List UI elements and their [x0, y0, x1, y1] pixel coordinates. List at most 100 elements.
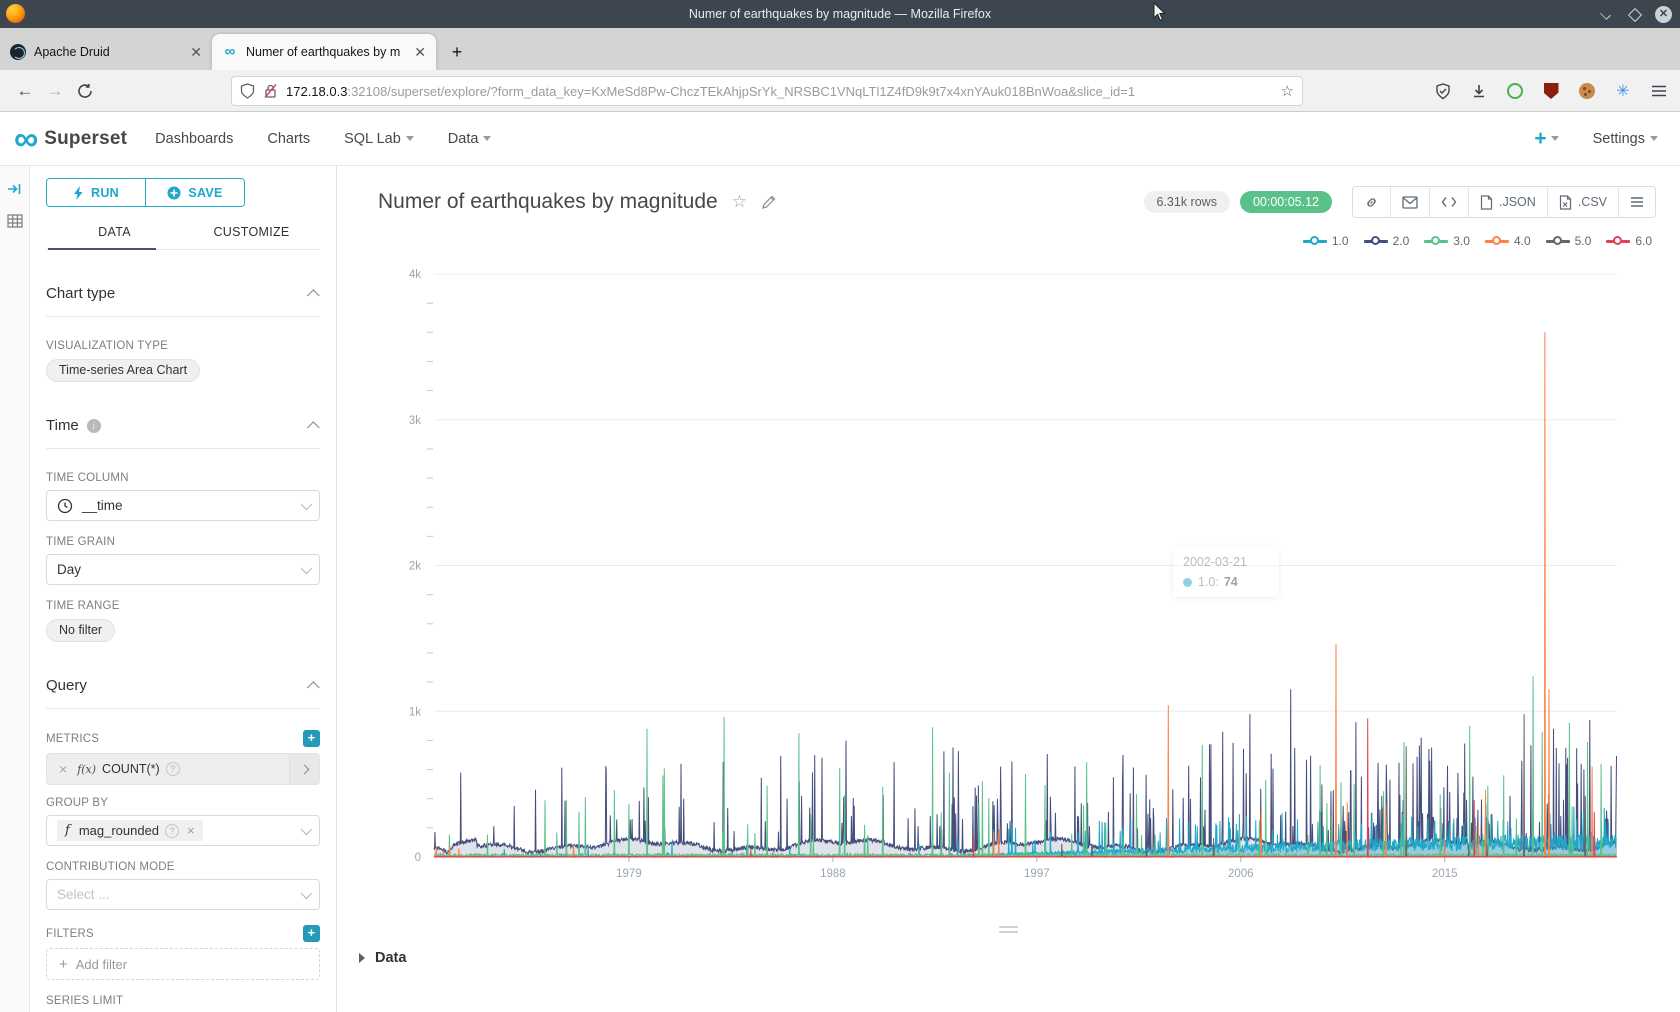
groupby-label: GROUP BY — [46, 797, 320, 809]
time-range-label: TIME RANGE — [46, 600, 320, 612]
nav-charts[interactable]: Charts — [267, 131, 310, 147]
nav-data[interactable]: Data — [448, 131, 492, 147]
plus-icon: + — [59, 956, 68, 973]
chevron-up-icon — [307, 421, 320, 434]
expand-datasource-icon[interactable] — [6, 180, 24, 198]
groupby-select[interactable]: f mag_rounded ? × — [46, 815, 320, 846]
time-column-value: __time — [82, 498, 123, 513]
dataset-grid-icon[interactable] — [6, 212, 24, 230]
nav-sql-lab[interactable]: SQL Lab — [344, 131, 414, 147]
nav-data-label: Data — [448, 131, 479, 147]
chevron-down-icon — [483, 136, 491, 141]
add-new-button[interactable]: + — [1534, 127, 1558, 151]
tab-customize[interactable]: CUSTOMIZE — [183, 217, 320, 249]
legend-label: 3.0 — [1453, 234, 1470, 248]
contribution-select[interactable]: Select ... — [46, 879, 320, 910]
legend-item[interactable]: 3.0 — [1424, 234, 1470, 248]
export-csv-button[interactable]: .CSV — [1548, 187, 1619, 217]
email-button[interactable] — [1391, 187, 1430, 217]
chevron-down-icon — [301, 887, 312, 898]
add-metric-button[interactable]: + — [303, 730, 320, 747]
timeseries-area-chart[interactable]: 01k2k3k4k19791988199720062015 — [337, 166, 1680, 1012]
legend-label: 5.0 — [1575, 234, 1592, 248]
menu-hamburger-icon[interactable] — [1650, 82, 1668, 100]
shield-icon[interactable] — [240, 83, 255, 99]
legend-label: 1.0 — [1332, 234, 1349, 248]
settings-label: Settings — [1593, 131, 1645, 147]
tab-label: Numer of earthquakes by m — [246, 45, 408, 59]
groupby-pill[interactable]: f mag_rounded ? × — [57, 820, 203, 841]
superset-logo[interactable]: ∞ Superset — [14, 124, 127, 154]
time-grain-select[interactable]: Day — [46, 554, 320, 585]
legend-marker-icon — [1546, 236, 1570, 246]
chart-menu-button[interactable] — [1619, 187, 1655, 217]
forward-button[interactable]: → — [40, 81, 70, 101]
cookie-extension-icon[interactable] — [1578, 82, 1596, 100]
bookmark-star-icon[interactable]: ☆ — [1281, 82, 1294, 100]
window-minimize-icon[interactable] — [1599, 7, 1613, 21]
superset-brand-text: Superset — [44, 128, 127, 150]
data-section-toggle[interactable]: Data — [359, 950, 406, 966]
nav-dashboards[interactable]: Dashboards — [155, 131, 233, 147]
favorite-star-icon[interactable]: ☆ — [732, 192, 747, 212]
tooltip-series-label: 1.0: — [1198, 575, 1219, 589]
add-filter-box[interactable]: + Add filter — [46, 948, 320, 980]
row-count-badge: 6.31k rows — [1144, 191, 1230, 213]
window-close-icon[interactable]: ✕ — [1655, 6, 1672, 23]
legend-item[interactable]: 4.0 — [1485, 234, 1531, 248]
run-button[interactable]: RUN — [47, 179, 145, 206]
time-range-pill[interactable]: No filter — [46, 619, 115, 642]
tracking-protection-icon[interactable] — [1434, 82, 1452, 100]
legend-item[interactable]: 6.0 — [1606, 234, 1652, 248]
tab-label: Apache Druid — [34, 45, 184, 59]
run-label: RUN — [91, 186, 119, 200]
chevron-down-icon — [301, 562, 312, 573]
settings-menu[interactable]: Settings — [1593, 131, 1658, 147]
tab-superset-chart[interactable]: ∞ Numer of earthquakes by m ✕ — [212, 34, 436, 70]
section-time[interactable]: Time i — [46, 392, 320, 449]
export-json-button[interactable]: .JSON — [1469, 187, 1548, 217]
url-text[interactable]: 172.18.0.3:32108/superset/explore/?form_… — [286, 84, 1275, 99]
svg-text:2006: 2006 — [1228, 868, 1254, 880]
edit-pencil-icon[interactable] — [761, 194, 777, 210]
tab-strip: Apache Druid ✕ ∞ Numer of earthquakes by… — [0, 28, 1680, 70]
insecure-lock-icon[interactable] — [263, 83, 278, 99]
series-limit-label: SERIES LIMIT — [46, 995, 320, 1007]
legend-item[interactable]: 5.0 — [1546, 234, 1592, 248]
chevron-down-icon — [301, 498, 312, 509]
resize-drag-handle[interactable] — [337, 926, 1680, 936]
tab-close-icon[interactable]: ✕ — [414, 44, 426, 61]
remove-groupby-icon[interactable]: × — [187, 823, 195, 838]
tab-apache-druid[interactable]: Apache Druid ✕ — [0, 34, 212, 70]
legend-item[interactable]: 2.0 — [1364, 234, 1410, 248]
embed-code-button[interactable] — [1430, 187, 1469, 217]
url-bar[interactable]: 172.18.0.3:32108/superset/explore/?form_… — [231, 76, 1303, 106]
reload-button[interactable] — [70, 83, 100, 99]
add-filter-plus-button[interactable]: + — [303, 925, 320, 942]
new-tab-button[interactable]: + — [442, 37, 472, 67]
tab-close-icon[interactable]: ✕ — [190, 44, 202, 61]
remove-metric-icon[interactable]: × — [47, 761, 77, 777]
downloads-icon[interactable] — [1470, 82, 1488, 100]
metric-item[interactable]: × f(x) COUNT(*) ? — [46, 753, 320, 785]
back-button[interactable]: ← — [10, 81, 40, 101]
save-button[interactable]: SAVE — [145, 179, 244, 206]
chart-tooltip: 2002-03-21 1.0: 74 — [1173, 547, 1279, 597]
lightning-icon — [73, 186, 84, 200]
viz-type-pill[interactable]: Time-series Area Chart — [46, 359, 200, 382]
section-query[interactable]: Query — [46, 652, 320, 709]
ublock-shield-icon[interactable] — [1542, 82, 1560, 100]
file-csv-icon — [1559, 195, 1572, 210]
expand-metric-button[interactable] — [289, 754, 319, 784]
legend-marker-icon — [1364, 236, 1388, 246]
colorful-extension-icon[interactable]: ✳ — [1614, 82, 1632, 100]
left-rail — [0, 166, 30, 1012]
window-maximize-icon[interactable] — [1627, 7, 1641, 21]
extension-green-icon[interactable] — [1506, 82, 1524, 100]
filters-row: FILTERS + — [46, 925, 320, 942]
time-column-select[interactable]: __time — [46, 490, 320, 521]
permalink-button[interactable] — [1353, 187, 1391, 217]
tab-data[interactable]: DATA — [46, 217, 183, 249]
section-chart-type[interactable]: Chart type — [46, 260, 320, 317]
legend-item[interactable]: 1.0 — [1303, 234, 1349, 248]
